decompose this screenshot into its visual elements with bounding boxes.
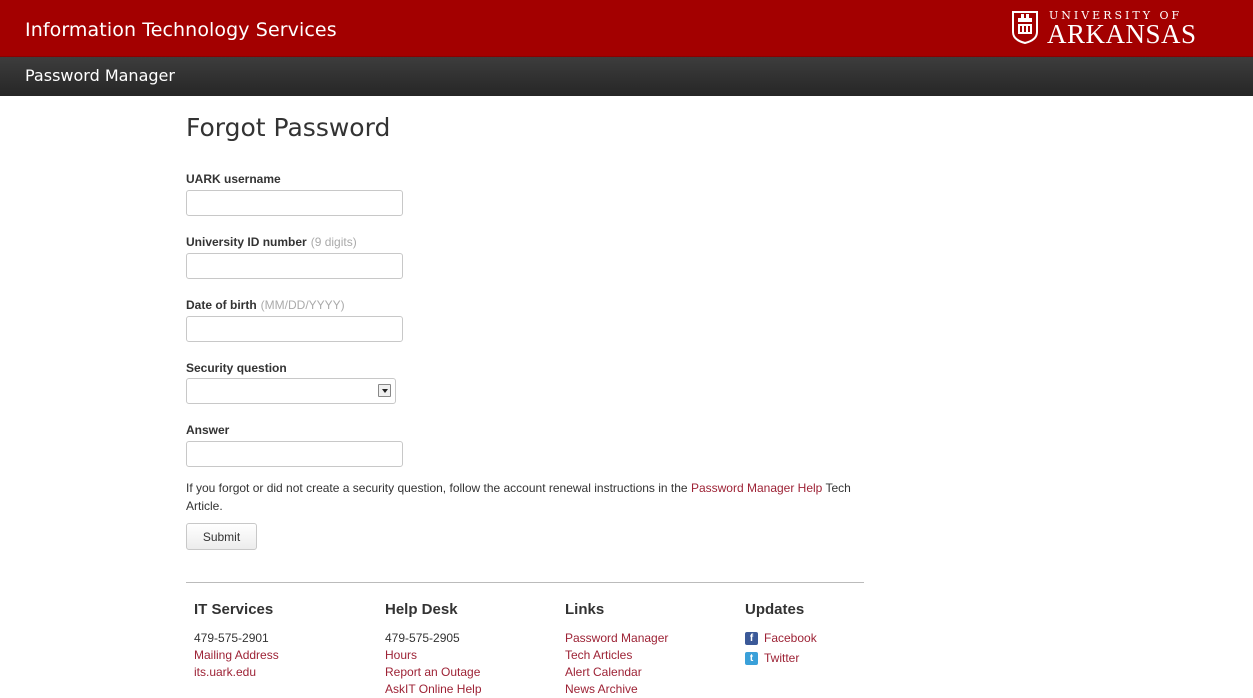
username-label: UARK username [186, 172, 281, 186]
answer-label-text: Answer [186, 423, 230, 437]
tech-articles-link[interactable]: Tech Articles [565, 648, 632, 662]
help-desk-heading: Help Desk [385, 601, 458, 618]
dob-input[interactable] [186, 316, 403, 342]
username-input[interactable] [186, 190, 403, 216]
username-label-text: UARK username [186, 172, 281, 186]
news-archive-link[interactable]: News Archive [565, 682, 638, 696]
dob-hint: (MM/DD/YYYY) [260, 298, 345, 312]
facebook-link[interactable]: Facebook [764, 630, 817, 647]
submit-button[interactable]: Submit [186, 523, 257, 550]
mailing-address-link[interactable]: Mailing Address [194, 648, 279, 662]
twitter-icon[interactable]: t [745, 652, 758, 665]
footer-divider [186, 582, 864, 583]
askit-help-link[interactable]: AskIT Online Help [385, 682, 482, 696]
it-services-phone: 479-575-2901 [194, 631, 269, 645]
id-number-label-text: University ID number [186, 235, 307, 249]
footer-password-manager-link[interactable]: Password Manager [565, 631, 668, 645]
id-number-label: University ID number (9 digits) [186, 235, 357, 249]
footer-it-services: IT Services 479-575-2901 Mailing Address… [194, 601, 279, 681]
security-question-label-text: Security question [186, 361, 287, 375]
its-website-link[interactable]: its.uark.edu [194, 665, 256, 679]
answer-label: Answer [186, 423, 229, 437]
password-manager-help-link[interactable]: Password Manager Help [691, 481, 822, 495]
instructions-prefix: If you forgot or did not create a securi… [186, 481, 691, 495]
chevron-down-icon[interactable] [378, 384, 391, 397]
footer-help-desk: Help Desk 479-575-2905 Hours Report an O… [385, 601, 482, 698]
updates-heading: Updates [745, 601, 805, 618]
hours-link[interactable]: Hours [385, 648, 417, 662]
facebook-icon[interactable]: f [745, 632, 758, 645]
footer-links: Links Password Manager Tech Articles Ale… [565, 601, 668, 698]
old-main-building-icon [1012, 11, 1038, 44]
university-logo[interactable]: UNIVERSITY OF ARKANSAS [1011, 8, 1239, 49]
site-title[interactable]: Information Technology Services [25, 19, 337, 41]
id-number-hint: (9 digits) [310, 235, 357, 249]
app-bar: Password Manager [0, 57, 1253, 96]
it-services-heading: IT Services [194, 601, 274, 618]
report-outage-link[interactable]: Report an Outage [385, 665, 480, 679]
dob-label: Date of birth (MM/DD/YYYY) [186, 298, 345, 312]
instructions-text: If you forgot or did not create a securi… [186, 479, 866, 515]
dob-label-text: Date of birth [186, 298, 257, 312]
links-heading: Links [565, 601, 605, 618]
help-desk-phone: 479-575-2905 [385, 631, 460, 645]
footer-updates: Updates f Facebook t Twitter [745, 601, 817, 670]
site-header: Information Technology Services UNIVERSI… [0, 0, 1253, 57]
answer-input[interactable] [186, 441, 403, 467]
alert-calendar-link[interactable]: Alert Calendar [565, 665, 642, 679]
security-question-label: Security question [186, 361, 287, 375]
logo-main-text: ARKANSAS [1047, 19, 1197, 49]
app-title[interactable]: Password Manager [25, 66, 175, 85]
security-question-select[interactable] [186, 378, 396, 404]
twitter-link[interactable]: Twitter [764, 650, 799, 667]
page-title: Forgot Password [186, 113, 391, 142]
id-number-input[interactable] [186, 253, 403, 279]
